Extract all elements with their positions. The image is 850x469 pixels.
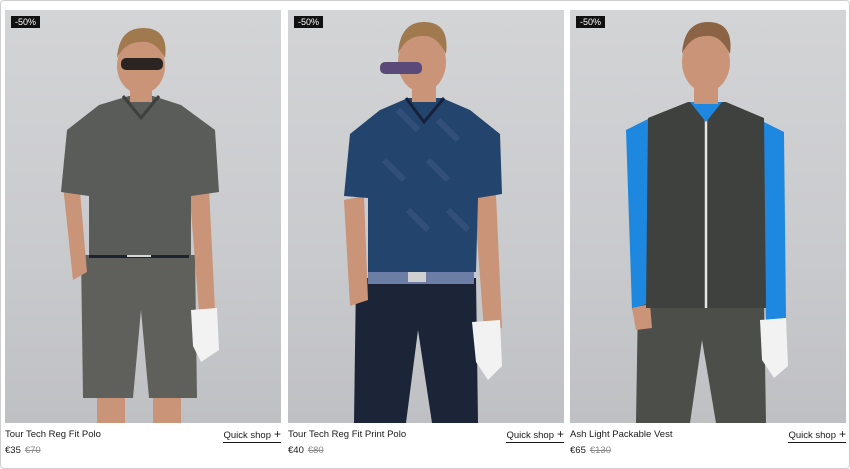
- quick-shop-button[interactable]: Quick shop +: [506, 427, 564, 443]
- product-name[interactable]: Ash Light Packable Vest: [570, 429, 672, 441]
- price-row: €40 €80: [288, 445, 324, 457]
- plus-icon: +: [838, 427, 846, 441]
- quick-shop-button[interactable]: Quick shop +: [223, 427, 281, 443]
- price-row: €35 €70: [5, 445, 41, 457]
- sale-price: €65: [570, 445, 586, 456]
- quick-shop-label: Quick shop: [506, 430, 554, 441]
- product-card[interactable]: -50% Tour Tech Reg Fit Polo Quick shop + …: [5, 10, 281, 460]
- discount-badge: -50%: [576, 16, 606, 28]
- product-name[interactable]: Tour Tech Reg Fit Print Polo: [288, 429, 406, 441]
- quick-shop-label: Quick shop: [223, 430, 271, 441]
- product-image[interactable]: -50%: [288, 10, 564, 423]
- sale-price: €40: [288, 445, 304, 456]
- model-illustration: [61, 28, 219, 423]
- sale-price: €35: [5, 445, 21, 456]
- product-meta: Ash Light Packable Vest Quick shop + €65 €…: [570, 427, 846, 461]
- quick-shop-button[interactable]: Quick shop +: [788, 427, 846, 443]
- plus-icon: +: [273, 427, 281, 441]
- product-meta: Tour Tech Reg Fit Polo Quick shop + €35 €7…: [5, 427, 281, 461]
- original-price: €80: [307, 445, 324, 456]
- discount-badge: -50%: [294, 16, 324, 28]
- product-card[interactable]: -50% Ash Light Packable Vest Quick shop +…: [570, 10, 846, 460]
- model-illustration: [626, 22, 788, 423]
- original-price: €70: [24, 445, 41, 456]
- model-illustration: [344, 22, 502, 423]
- product-image[interactable]: -50%: [5, 10, 281, 423]
- product-card[interactable]: -50% Tour Tech Reg Fit Print Polo Quick …: [288, 10, 564, 460]
- product-meta: Tour Tech Reg Fit Print Polo Quick shop +…: [288, 427, 564, 461]
- original-price: €130: [589, 445, 611, 456]
- discount-badge: -50%: [11, 16, 41, 28]
- product-image[interactable]: -50%: [570, 10, 846, 423]
- price-row: €65 €130: [570, 445, 611, 457]
- product-name[interactable]: Tour Tech Reg Fit Polo: [5, 429, 101, 441]
- quick-shop-label: Quick shop: [788, 430, 836, 441]
- plus-icon: +: [556, 427, 564, 441]
